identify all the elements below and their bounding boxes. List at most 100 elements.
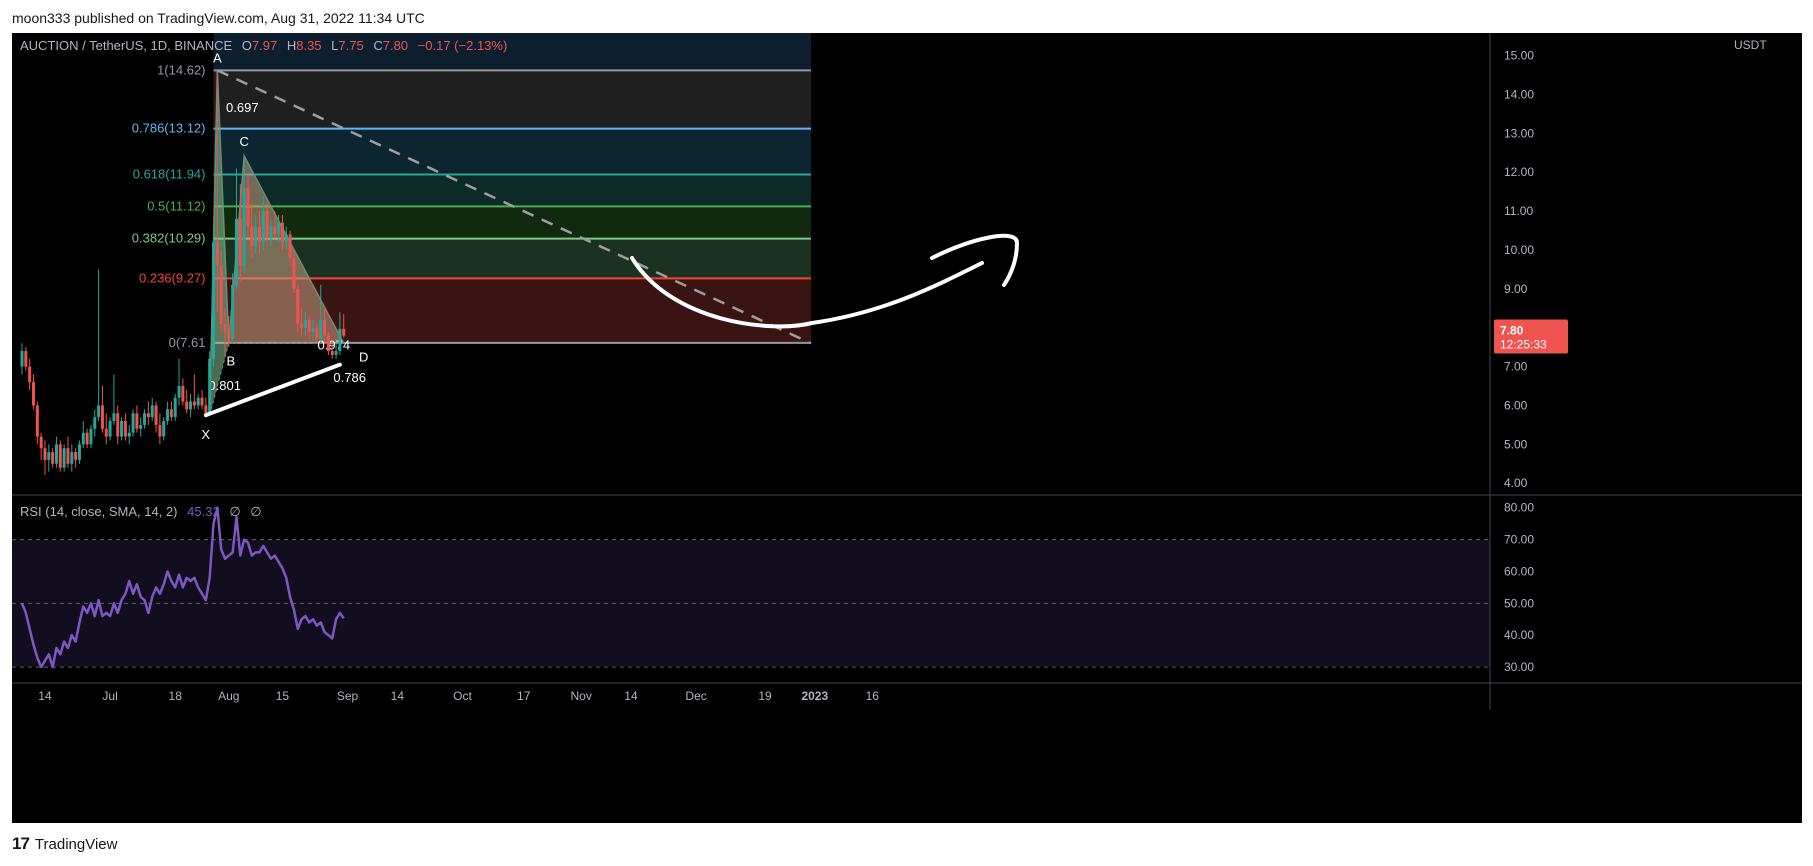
candle-body: [181, 386, 185, 402]
candle-body: [35, 405, 39, 437]
price-tick-label: 10.00: [1504, 243, 1534, 257]
candle-body: [135, 413, 139, 429]
fib-level-label: 0.618(11.94): [133, 167, 206, 182]
fib-zone: [213, 174, 811, 207]
candle-body: [242, 187, 246, 266]
candle-body: [146, 413, 150, 418]
candle-body: [108, 421, 112, 437]
time-tick-label: Nov: [571, 689, 592, 703]
candle-body: [154, 405, 158, 425]
price-tick-label: 11.00: [1504, 204, 1533, 218]
price-tick-label: 14.00: [1504, 87, 1534, 101]
candle-body: [85, 432, 89, 445]
price-tick-label: 15.00: [1504, 49, 1534, 63]
candle-body: [131, 413, 135, 433]
time-tick-label: Dec: [685, 689, 706, 703]
candle-body: [296, 288, 300, 324]
candle-body: [300, 323, 304, 328]
candle-body: [39, 436, 43, 449]
price-tick-label: 7.00: [1504, 360, 1528, 374]
candle-body: [277, 222, 281, 235]
candle-body: [280, 222, 284, 243]
time-tick-label: 15: [276, 689, 290, 703]
fib-level-label: 0.5(11.12): [147, 198, 205, 213]
price-tick-label: 13.00: [1504, 126, 1534, 140]
price-tick-label: 9.00: [1504, 282, 1528, 296]
candle-body: [100, 405, 104, 429]
pattern-point-label: D: [359, 349, 368, 364]
symbol-label: AUCTION / TetherUS, 1D, BINANCE O7.97 H8…: [20, 38, 507, 53]
candle-body: [265, 211, 269, 239]
candle-body: [307, 319, 311, 332]
candle-body: [162, 421, 166, 437]
time-tick-label: 14: [38, 689, 52, 703]
candle-body: [196, 397, 200, 406]
candle-body: [81, 432, 85, 445]
candle-body: [215, 242, 219, 266]
candle-body: [150, 405, 154, 418]
rsi-tick-label: 30.00: [1504, 660, 1534, 674]
price-tick-label: 12.00: [1504, 165, 1534, 179]
candle-body: [261, 211, 265, 243]
rsi-tick-label: 40.00: [1504, 628, 1534, 642]
candle-body: [112, 413, 116, 422]
fib-level-label: 0.236(9.27): [139, 270, 206, 285]
price-tick-label: 6.00: [1504, 398, 1528, 412]
candle-body: [47, 452, 51, 460]
pattern-point-label: X: [201, 427, 210, 442]
candle-body: [166, 409, 170, 422]
candle-body: [31, 382, 35, 406]
candle-body: [223, 323, 227, 332]
candle-body: [219, 265, 223, 324]
price-tick-label: 5.00: [1504, 437, 1528, 451]
rsi-label: RSI (14, close, SMA, 14, 2): [20, 504, 178, 519]
tv-logo-icon[interactable]: 17: [12, 834, 30, 854]
footer: 17 TradingView: [12, 834, 117, 854]
low-value: 7.75: [338, 38, 363, 53]
candle-body: [257, 226, 261, 243]
open-label: O: [242, 38, 252, 53]
candle-body: [116, 413, 120, 437]
open-value: 7.97: [252, 38, 277, 53]
footer-brand[interactable]: TradingView: [35, 836, 118, 853]
time-tick-label: Jul: [102, 689, 117, 703]
candle-body: [273, 226, 277, 235]
candle-body: [158, 424, 162, 437]
candle-body: [323, 319, 327, 336]
rsi-extra-1: ∅: [229, 504, 240, 519]
rsi-tick-label: 80.00: [1504, 501, 1534, 515]
candle-body: [227, 331, 231, 340]
rsi-tick-label: 70.00: [1504, 533, 1534, 547]
candle-body: [189, 401, 193, 410]
pattern-ratio-label: 0.801: [208, 378, 241, 393]
candle-body: [20, 351, 24, 367]
close-value: 7.80: [383, 38, 408, 53]
time-tick-label: Aug: [218, 689, 239, 703]
candle-body: [208, 358, 212, 414]
chart-frame[interactable]: 1(14.62) 0.786(13.12) 0.618(11.94) 0.5(11.1…: [12, 33, 1802, 823]
candle-body: [54, 444, 58, 464]
candle-body: [74, 452, 78, 460]
candle-body: [43, 448, 47, 460]
currency-label: USDT: [1734, 38, 1767, 52]
price-tick-label: 4.00: [1504, 476, 1528, 490]
candle-body: [77, 444, 81, 460]
time-tick-label: 18: [169, 689, 183, 703]
chart-svg[interactable]: 1(14.62) 0.786(13.12) 0.618(11.94) 0.5(11.1…: [12, 33, 1802, 823]
pattern-ratio-label: 0.697: [226, 100, 259, 115]
fib-zone: [213, 128, 811, 175]
rsi-tick-label: 50.00: [1504, 596, 1534, 610]
candle-body: [311, 327, 315, 332]
pattern-ratio-label: 0.974: [318, 337, 351, 352]
time-tick-label: 14: [624, 689, 638, 703]
candle-body: [192, 401, 196, 406]
fib-level-label: 0.786(13.12): [132, 121, 206, 136]
candle-body: [70, 452, 74, 464]
candle-body: [97, 405, 101, 418]
rsi-tick-label: 60.00: [1504, 564, 1534, 578]
symbol-text: AUCTION / TetherUS, 1D, BINANCE: [20, 38, 232, 53]
candle-body: [169, 409, 173, 418]
candle-body: [120, 421, 124, 437]
candle-body: [93, 417, 97, 429]
candle-body: [185, 401, 189, 410]
